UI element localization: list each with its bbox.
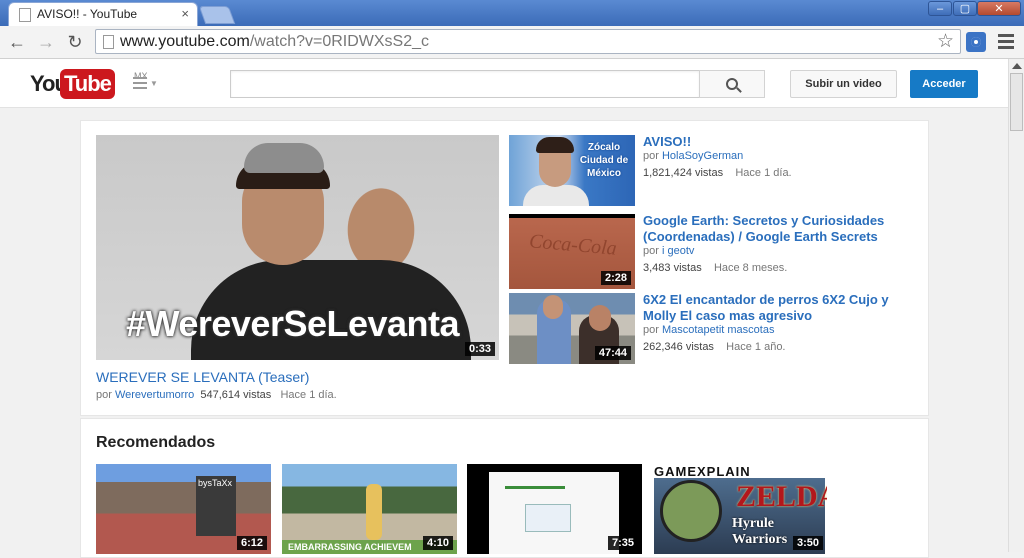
recommended-video-thumbnail[interactable]: 7:35 [467,464,642,554]
search-button[interactable] [699,70,765,98]
bookmark-star-icon[interactable]: ☆ [937,30,954,53]
side-video-thumbnail[interactable]: Zócalo Ciudad de México [509,135,635,206]
upload-age: Hace 1 día. [735,167,792,179]
back-button[interactable]: ← [6,32,28,52]
channel-link[interactable]: Mascotapetit mascotas [662,324,775,336]
side-video-stats: 262,346 vistas Hace 1 año. [643,339,786,356]
side-video-title[interactable]: Google Earth: Secretos y Curiosidades (C… [643,213,903,245]
reload-button[interactable]: ↻ [64,32,86,52]
tab-close-icon[interactable]: × [181,6,189,21]
side-video-channel-line: por Mascotapetit mascotas [643,322,774,339]
video-duration: 4:10 [422,536,453,550]
thumbnail-overlay-text: bysTaXx [198,478,233,488]
recommended-video-thumbnail[interactable]: GAMEXPLAIN ZELDA Hyrule Warriors 3:50 [652,464,827,554]
address-bar[interactable]: www.youtube.com/watch?v=0RIDWXsS2_c ☆ [95,29,961,54]
thumb-character [366,484,382,540]
thumb-person-body [523,185,589,206]
address-url[interactable]: www.youtube.com/watch?v=0RIDWXsS2_c [120,33,429,51]
guide-menu-icon[interactable] [133,77,147,92]
video-duration: 7:35 [607,536,638,550]
side-video-thumbnail[interactable]: Coca-Cola 2:28 [509,214,635,289]
side-video-stats: 3,483 vistas Hace 8 meses. [643,260,787,277]
upload-button[interactable]: Subir un video [790,70,897,98]
browser-menu-icon[interactable] [998,34,1014,52]
recommended-video-thumbnail[interactable]: bysTaXx 6:12 [96,464,271,554]
scroll-thumb[interactable] [1010,73,1023,131]
thumb-screenshot-window [525,504,571,532]
new-tab-button[interactable] [198,6,236,24]
thumbnail-overlay-text: Zócalo Ciudad de México [579,142,629,179]
video-duration: 0:33 [464,342,495,356]
video-duration: 2:28 [600,271,631,285]
logo-tube: Tube [60,69,115,99]
side-video-channel-line: por i geotv [643,243,694,260]
browser-toolbar: ← → ↻ www.youtube.com/watch?v=0RIDWXsS2_… [0,26,1024,59]
video-duration: 6:12 [236,536,267,550]
thumb-person-hair [536,137,574,153]
upload-age: Hace 1 día. [280,389,337,401]
browser-tab[interactable]: AVISO!! - YouTube × [8,2,198,26]
view-count: 1,821,424 vistas [643,167,724,179]
featured-video-thumbnail[interactable]: #WereverSeLevanta 0:33 [96,135,499,360]
thumb-person-face [589,305,611,331]
side-video-channel-line: por HolaSoyGerman [643,148,743,165]
view-count: 3,483 vistas [643,262,702,274]
side-video-stats: 1,821,424 vistas Hace 1 día. [643,165,792,182]
window-close-button[interactable]: ✕ [977,1,1021,16]
channel-link[interactable]: HolaSoyGerman [662,150,743,162]
featured-video-meta: por Werevertumorro 547,614 vistas Hace 1… [96,389,337,401]
side-video-thumbnail[interactable]: 47:44 [509,293,635,364]
search-input[interactable] [230,70,700,98]
view-count: 262,346 vistas [643,341,714,353]
recommended-video-thumbnail[interactable]: EMBARRASSING ACHIEVEM 4:10 [282,464,457,554]
by-label: por [643,245,659,257]
recommended-heading: Recomendados [96,434,216,451]
page-favicon-icon [19,8,31,22]
page-icon [103,35,114,49]
minimize-button[interactable]: – [928,1,952,16]
view-count: 547,614 vistas [200,389,272,401]
thumbnail-overlay-text: Coca-Cola [528,230,618,260]
browser-titlebar: AVISO!! - YouTube × – ▢ ✕ [0,0,1024,26]
search-icon [726,78,738,90]
signin-button[interactable]: Acceder [910,70,978,98]
thumb-character-circle [660,480,722,542]
upload-age: Hace 8 meses. [713,262,788,274]
thumb-person-face [543,295,563,319]
thumb-person-cap [244,143,324,173]
by-label: por [96,389,112,401]
channel-link[interactable]: i geotv [662,245,694,257]
channel-brand-text: GAMEXPLAIN [654,464,751,479]
channel-link[interactable]: Werevertumorro [115,389,194,401]
upload-age: Hace 1 año. [726,341,786,353]
game-logo-title: ZELDA [736,480,827,513]
thumb-screenshot-bar [505,486,565,489]
youtube-masthead: You Tube MX ▼ Subir un video Acceder [0,59,1008,108]
extension-icon[interactable] [966,32,986,52]
side-video-title[interactable]: 6X2 El encantador de perros 6X2 Cujo y M… [643,292,903,324]
video-duration: 3:50 [792,536,823,550]
scroll-up-arrow-icon[interactable] [1012,63,1022,69]
by-label: por [643,150,659,162]
thumbnail-overlay-text: #WereverSeLevanta [126,303,460,344]
url-host: www.youtube.com [120,33,250,50]
guide-caret-icon[interactable]: ▼ [150,79,158,88]
featured-video-title[interactable]: WEREVER SE LEVANTA (Teaser) [96,369,309,385]
video-duration: 47:44 [594,346,631,360]
page-scrollbar[interactable] [1008,59,1024,552]
by-label: por [643,324,659,336]
tab-title: AVISO!! - YouTube [37,7,138,21]
url-path: /watch?v=0RIDWXsS2_c [249,33,430,50]
forward-button[interactable]: → [35,32,57,52]
maximize-button[interactable]: ▢ [953,1,977,16]
